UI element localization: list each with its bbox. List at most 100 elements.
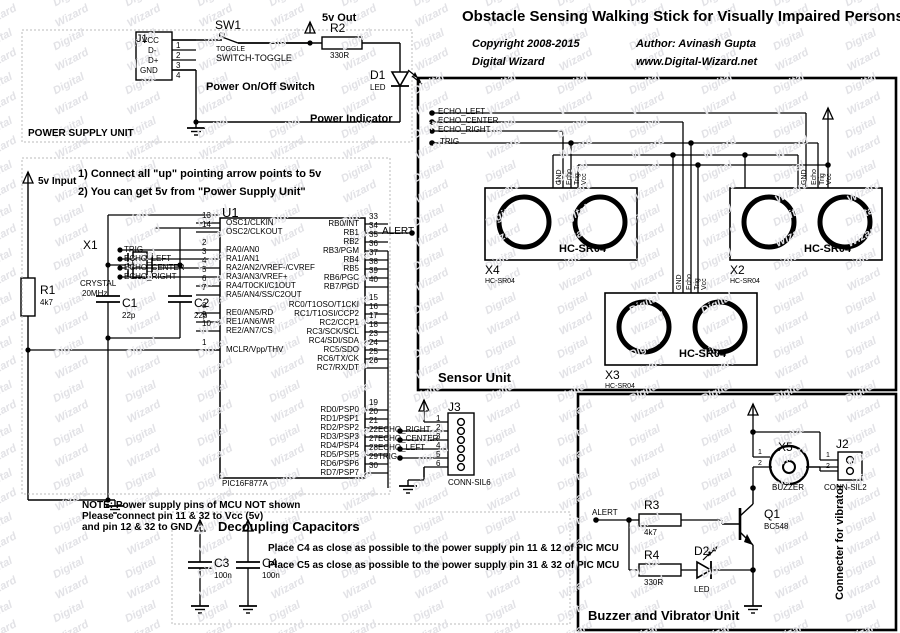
j1-num-2: 2 — [176, 51, 181, 60]
x4-pinnum-1: 1 — [556, 179, 562, 183]
j3-num-2: 2 — [436, 423, 441, 432]
instruction-line-2: 2) You can get 5v from "Power Supply Uni… — [78, 186, 306, 198]
mcu-portb-pin-name-40: RB7/PGD — [323, 282, 359, 291]
x2-part: HC-SR04 — [730, 278, 760, 285]
x4-body-label: HC-SR04 — [559, 243, 607, 255]
page-title: Obstacle Sensing Walking Stick for Visua… — [462, 8, 900, 25]
sw1-type-small: TOGGLE — [216, 46, 246, 53]
decoupling-heading: Decoupling Capacitors — [218, 519, 360, 534]
mcu-note-line-3: and pin 12 & 32 to GND — [82, 522, 193, 533]
j1-pin-dminus: D- — [148, 46, 157, 55]
sensor-bus-echo-right: ECHO_RIGHT — [438, 125, 491, 134]
website-link[interactable]: www.Digital-Wizard.net — [636, 56, 757, 68]
author-text: Author: Avinash Gupta — [636, 38, 756, 50]
x3-body-label: HC-SR04 — [679, 348, 727, 360]
c4-value: 100n — [262, 571, 280, 580]
x3-ref: X3 — [605, 368, 620, 382]
mcu-portc-pin-name-26: RC7/RX/DT — [316, 363, 359, 372]
mcu-portb-pin-name-39: RB6/PGC — [323, 273, 359, 282]
j2-pin-1: 1 — [826, 452, 830, 459]
j1-num-1: 1 — [176, 41, 181, 50]
j1-num-3: 3 — [176, 61, 181, 70]
schematic-sheet: DigitalWizardDigitalWizardDigitalWizardD… — [0, 0, 900, 633]
mcu-portb-pin-num-35: 35 — [369, 230, 378, 239]
x5-pin-2: 2 — [758, 460, 762, 467]
company-text: Digital Wizard — [472, 56, 545, 68]
x4-pin-trig: Trig — [574, 173, 581, 185]
u1-part: PIC16F877A — [222, 479, 268, 488]
q1-ref: Q1 — [764, 507, 781, 521]
mcu-portd-pin-name-21: RD2/PSP2 — [320, 423, 359, 432]
j1-pin-dplus: D+ — [148, 56, 159, 65]
d2-ref: D2 — [694, 544, 710, 558]
schematic-text-layer: Obstacle Sensing Walking Stick for Visua… — [0, 0, 900, 633]
mcu-portb-pin-name-38: RB5 — [343, 264, 359, 273]
mcu-left-pin-name-7: RA5/AN4/SS/C2OUT — [226, 290, 302, 299]
j3-signal-echo-right: ECHO_RIGHT — [378, 425, 431, 434]
instruction-line-1: 1) Connect all "up" pointing arrow point… — [78, 168, 322, 180]
sensor-bus-trig: TRIG — [440, 137, 460, 146]
decoupling-note-2: Place C5 as close as possible to the pow… — [268, 560, 620, 571]
mcu-portc-pin-num-16: 16 — [369, 302, 378, 311]
mcu-portc-pin-name-24: RC5/SDO — [323, 345, 359, 354]
x5-ref: X5 — [778, 440, 793, 454]
mcu-portc-pin-name-18: RC3/SCK/SCL — [306, 327, 359, 336]
j3-num-1: 1 — [436, 414, 441, 423]
mcu-portd-pin-num-20: 20 — [369, 407, 378, 416]
mcu-portc-pin-num-23: 23 — [369, 329, 378, 338]
r3-value: 4k7 — [644, 528, 657, 537]
r2-value: 330R — [330, 51, 350, 60]
r3-ref: R3 — [644, 498, 660, 512]
sensor-unit-label: Sensor Unit — [438, 370, 511, 385]
d2-value: LED — [694, 585, 710, 594]
mcu-portb-pin-num-34: 34 — [369, 221, 378, 230]
j3-signal-trig: TRIG — [378, 452, 398, 461]
sw1-type: SWITCH-TOGGLE — [216, 53, 292, 63]
c3-value: 100n — [214, 571, 232, 580]
d1-value: LED — [370, 83, 386, 92]
x3-pin-echo: Echo — [686, 274, 693, 290]
r4-ref: R4 — [644, 548, 660, 562]
mcu-portc-pin-name-15: RC0/T1OSO/T1CKI — [288, 300, 359, 309]
mcu-portc-pin-name-16: RC1/T1OSI/CCP2 — [294, 309, 359, 318]
vibrator-connector-caption: Connecter for vibrator — [834, 483, 846, 600]
j3-num-6: 6 — [436, 459, 441, 468]
x4-pin-echo: Echo — [566, 169, 573, 185]
mcu-portd-pin-num-27: 27 — [369, 434, 378, 443]
mcu-portb-pin-num-40: 40 — [369, 275, 378, 284]
mcu-portc-pin-num-25: 25 — [369, 347, 378, 356]
x2-pin-vcc: Vcc — [826, 173, 833, 185]
j2-pin-2: 2 — [826, 463, 830, 470]
mcu-portd-pin-num-28: 28 — [369, 443, 378, 452]
mcu-portb-pin-name-35: RB2 — [343, 237, 359, 246]
j3-signal-echo-left: ECHO_LEFT — [378, 443, 426, 452]
mcu-portb-pin-num-38: 38 — [369, 257, 378, 266]
power-indicator-caption: Power Indicator — [310, 113, 393, 125]
mcu-portd-pin-num-29: 29 — [369, 452, 378, 461]
j3-ref: J3 — [448, 400, 461, 414]
x2-body-label: HC-SR04 — [804, 243, 852, 255]
mcu-portc-pin-name-25: RC6/TX/CK — [317, 354, 359, 363]
mcu-portb-pin-name-34: RB1 — [343, 228, 359, 237]
mcu-portc-pin-num-17: 17 — [369, 311, 378, 320]
mcu-portc-pin-name-17: RC2/CCP1 — [319, 318, 359, 327]
mcu-portd-pin-name-29: RD6/PSP6 — [320, 459, 359, 468]
mcu-portd-pin-name-22: RD3/PSP3 — [320, 432, 359, 441]
j1-num-4: 4 — [176, 71, 181, 80]
x3-pin-vcc: Vcc — [701, 278, 708, 290]
x5-part: BUZZER — [772, 483, 804, 492]
sensor-bus-echo-left: ECHO_LEFT — [438, 107, 486, 116]
mcu-portb-pin-num-36: 36 — [369, 239, 378, 248]
x4-pin-vcc: Vcc — [581, 173, 588, 185]
x2-pin-trig: Trig — [819, 173, 826, 185]
mcu-note-line-1: NOTE: Power supply pins of MCU NOT shown — [82, 500, 301, 511]
x2-pin-echo: Echo — [811, 169, 818, 185]
c4-ref: C4 — [262, 556, 278, 570]
mcu-portd-pin-num-21: 21 — [369, 416, 378, 425]
x3-pin-gnd: GND — [676, 274, 683, 290]
power-switch-caption: Power On/Off Switch — [206, 81, 315, 93]
j3-signal-echo-center: ECHO_CENTER — [378, 434, 439, 443]
decoupling-note-1: Place C4 as close as possible to the pow… — [268, 543, 619, 554]
mcu-portb-pin-num-33: 33 — [369, 212, 378, 221]
c3-ref: C3 — [214, 556, 230, 570]
